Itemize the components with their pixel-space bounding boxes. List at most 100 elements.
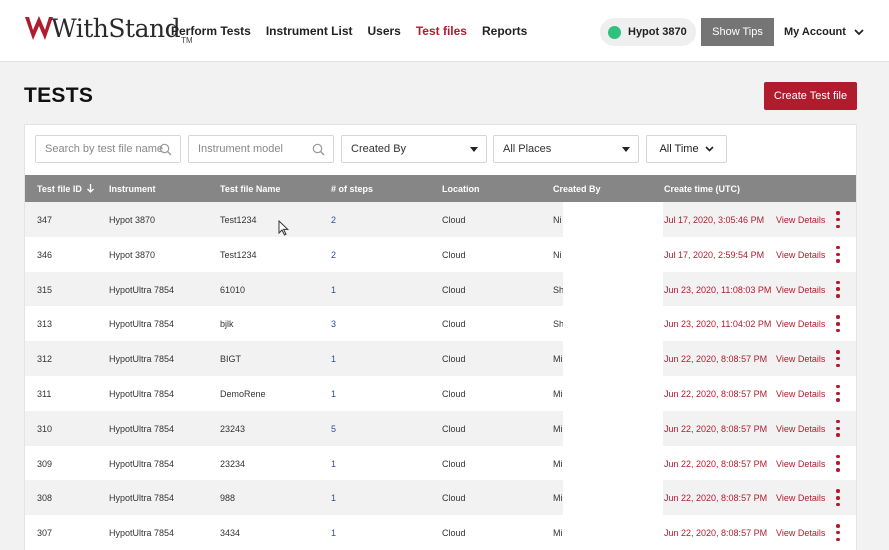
search-input[interactable]: Search by test file name [35, 135, 181, 163]
search-placeholder: Search by test file name [45, 143, 164, 155]
table-row[interactable]: 347 Hypot 3870 Test1234 2 Cloud Ni Jul 17, 202… [25, 202, 856, 237]
cell-instrument: HypotUltra 7854 [109, 388, 175, 399]
sort-arrow-down-icon [87, 184, 95, 193]
tests-table-body: 347 Hypot 3870 Test1234 2 Cloud Ni Jul 17, 202… [25, 202, 856, 550]
more-options-icon[interactable] [834, 419, 842, 437]
column-header-create-time[interactable]: Create time (UTC) [664, 184, 740, 194]
view-details-link[interactable]: View Details [776, 389, 825, 399]
cell-id: 308 [37, 493, 53, 504]
nav-test-files[interactable]: Test files [416, 24, 467, 38]
view-details-link[interactable]: View Details [776, 250, 825, 260]
created-by-mask [563, 375, 663, 411]
cell-instrument: HypotUltra 7854 [109, 423, 175, 434]
view-details-link[interactable]: View Details [776, 285, 825, 295]
table-row[interactable]: 311 HypotUltra 7854 DemoRene 1 Cloud Mi Jun 22… [25, 375, 856, 411]
cell-location: Cloud [442, 388, 466, 399]
view-details-link[interactable]: View Details [776, 459, 825, 469]
cell-steps: 5 [331, 423, 337, 434]
nav-reports[interactable]: Reports [482, 24, 527, 38]
time-range-dropdown[interactable]: All Time [646, 135, 727, 163]
created-by-mask [563, 410, 663, 446]
cell-create-time: Jul 17, 2020, 3:05:46 PM [664, 215, 765, 225]
cell-steps: 1 [331, 493, 337, 504]
created-by-mask [563, 445, 663, 481]
created-by-select[interactable]: Created By [341, 135, 487, 163]
more-options-icon[interactable] [834, 280, 842, 298]
more-options-icon[interactable] [834, 489, 842, 507]
logo-w-mark-icon [25, 16, 53, 40]
cell-test-file-name: Test1234 [220, 249, 257, 260]
more-options-icon[interactable] [834, 315, 842, 333]
show-tips-button[interactable]: Show Tips [701, 18, 774, 46]
cell-location: Cloud [442, 354, 466, 365]
cell-test-file-name: bjlk [220, 319, 234, 330]
connected-device-pill[interactable]: Hypot 3870 [600, 18, 696, 46]
chevron-down-icon [854, 28, 864, 35]
my-account-menu[interactable]: My Account [784, 26, 864, 38]
instrument-model-input[interactable]: Instrument model [188, 135, 334, 163]
create-test-file-button[interactable]: Create Test file [764, 82, 857, 110]
cell-create-time: Jun 22, 2020, 8:08:57 PM [664, 423, 768, 434]
cell-create-time: Jun 23, 2020, 11:04:02 PM [664, 319, 772, 330]
cell-instrument: HypotUltra 7854 [109, 528, 175, 539]
view-details-link[interactable]: View Details [776, 354, 825, 364]
view-details-link[interactable]: View Details [776, 493, 825, 503]
nav-perform-tests[interactable]: Perform Tests [171, 24, 251, 38]
nav-users[interactable]: Users [367, 24, 400, 38]
column-header-name[interactable]: Test file Name [220, 184, 280, 194]
cell-instrument: Hypot 3870 [109, 249, 156, 260]
table-row[interactable]: 346 Hypot 3870 Test1234 2 Cloud Ni Jul 17, 202… [25, 236, 856, 272]
withstand-logo[interactable]: WithStand TM [24, 14, 193, 48]
cell-created-by: Ni [553, 215, 562, 225]
page-title: TESTS [24, 84, 94, 107]
created-by-mask [563, 202, 663, 237]
cell-created-by: Mi [553, 354, 563, 365]
table-row[interactable]: 315 HypotUltra 7854 61010 1 Cloud Sh Jun 23, 2… [25, 271, 856, 307]
column-header-created-by[interactable]: Created By [553, 184, 601, 194]
nav-instrument-list[interactable]: Instrument List [266, 24, 353, 38]
cell-id: 313 [37, 319, 53, 330]
my-account-label: My Account [784, 26, 846, 38]
more-options-icon[interactable] [834, 211, 842, 228]
view-details-link[interactable]: View Details [776, 528, 825, 538]
more-options-icon[interactable] [834, 454, 842, 472]
view-details-link[interactable]: View Details [776, 319, 825, 329]
table-row[interactable]: 310 HypotUltra 7854 23243 5 Cloud Mi Jun 22, 2… [25, 410, 856, 446]
more-options-icon[interactable] [834, 384, 842, 402]
column-header-steps[interactable]: # of steps [331, 184, 373, 194]
table-row[interactable]: 308 HypotUltra 7854 988 1 Cloud Mi Jun 22, 202… [25, 480, 856, 516]
table-row[interactable]: 313 HypotUltra 7854 bjlk 3 Cloud Sh Jun 23, 20… [25, 306, 856, 342]
cell-location: Cloud [442, 215, 466, 225]
cell-instrument: Hypot 3870 [109, 215, 156, 225]
mouse-pointer-icon [278, 220, 289, 236]
more-options-icon[interactable] [834, 350, 842, 368]
more-options-icon[interactable] [834, 524, 842, 542]
cell-steps: 1 [331, 284, 337, 295]
cell-instrument: HypotUltra 7854 [109, 354, 175, 365]
view-details-link[interactable]: View Details [776, 424, 825, 434]
view-details-link[interactable]: View Details [776, 215, 825, 225]
device-name: Hypot 3870 [628, 26, 687, 38]
table-header: Test file ID Instrument Test file Name #… [25, 175, 856, 202]
chevron-down-icon [704, 146, 714, 152]
column-header-id[interactable]: Test file ID [37, 184, 95, 194]
cell-test-file-name: Test1234 [220, 215, 257, 225]
column-header-id-label: Test file ID [37, 184, 82, 194]
cell-created-by: Mi [553, 528, 563, 539]
cell-instrument: HypotUltra 7854 [109, 319, 175, 330]
table-row[interactable]: 309 HypotUltra 7854 23234 1 Cloud Mi Jun 22, 2… [25, 445, 856, 481]
cell-create-time: Jun 22, 2020, 8:08:57 PM [664, 388, 768, 399]
tests-card: Search by test file name Instrument mode… [24, 124, 857, 550]
cell-steps: 1 [331, 388, 337, 399]
column-header-location[interactable]: Location [442, 184, 480, 194]
cell-created-by: Mi [553, 423, 563, 434]
table-row[interactable]: 307 HypotUltra 7854 3434 1 Cloud Mi Jun 22, 20… [25, 515, 856, 550]
cell-test-file-name: DemoRene [220, 388, 266, 399]
connection-status-dot [608, 25, 621, 39]
places-select[interactable]: All Places [493, 135, 639, 163]
cell-id: 307 [37, 528, 53, 539]
caret-down-icon [470, 147, 478, 152]
column-header-instrument[interactable]: Instrument [109, 184, 156, 194]
more-options-icon[interactable] [834, 245, 842, 263]
table-row[interactable]: 312 HypotUltra 7854 BIGT 1 Cloud Mi Jun 22, 20… [25, 341, 856, 376]
